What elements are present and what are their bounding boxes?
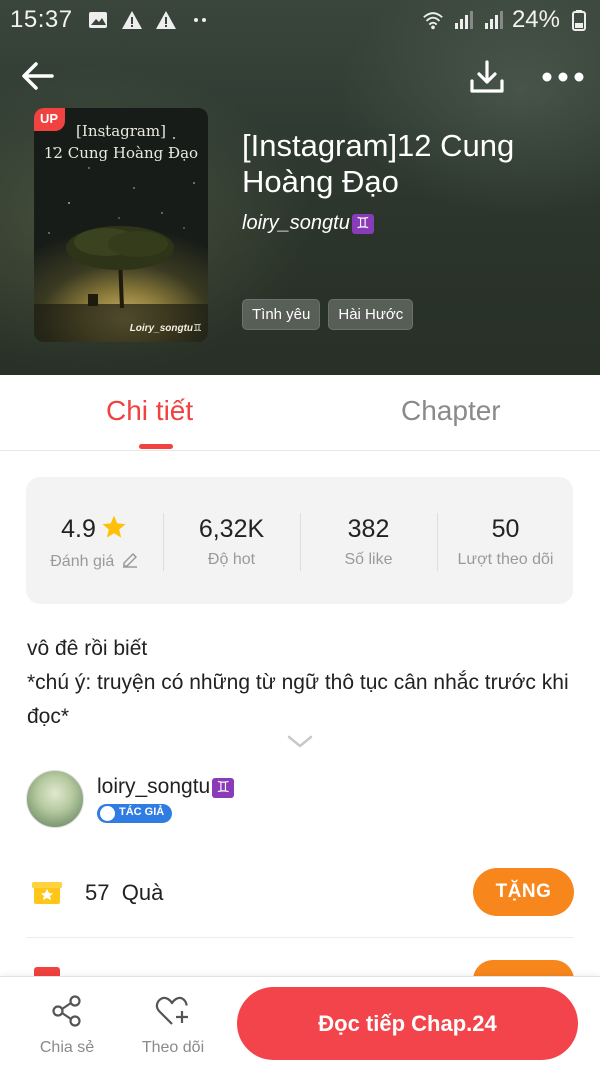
cover-title: [Instagram] 12 Cung Hoàng Đạo [43, 122, 199, 162]
warning-icon [155, 11, 176, 29]
description-line: *chú ý: truyện có những từ ngữ thô tục c… [27, 671, 569, 728]
top-action-bar [0, 52, 600, 102]
share-icon [52, 995, 81, 1027]
tab-bar: Chi tiết Chapter [0, 375, 600, 451]
author-profile-row[interactable]: loiry_songtu ♊ TÁC GIẢ [26, 770, 576, 828]
tab-detail[interactable]: Chi tiết [106, 395, 193, 427]
follow-button[interactable]: Theo dõi [133, 994, 213, 1057]
gemini-sign-icon: ♊ [351, 214, 374, 234]
wifi-icon [423, 12, 443, 30]
stat-followers: 50 Lượt theo dõi [437, 513, 574, 569]
book-title: [Instagram]12 Cung Hoàng Đạo [242, 128, 515, 199]
gift-icon [32, 882, 62, 904]
likes-label: Số like [344, 551, 393, 568]
cover-author: Loiry_songtu♊ [129, 323, 202, 334]
author-role-badge: TÁC GIẢ [97, 804, 173, 823]
send-gift-button[interactable]: TẶNG [473, 868, 574, 916]
active-tab-indicator [139, 444, 173, 449]
continue-reading-button[interactable]: Đọc tiếp Chap.24 [237, 987, 578, 1060]
tab-chapter[interactable]: Chapter [401, 395, 501, 427]
row-divider [26, 937, 574, 938]
battery-percent: 24% [511, 6, 560, 33]
next-row-partial [26, 958, 574, 978]
followers-value: 50 [491, 515, 520, 543]
stats-panel: 4.9 Đánh giá 6,32K Độ hot 382 Số like 50… [26, 477, 573, 604]
download-icon[interactable] [466, 56, 508, 98]
more-options-icon[interactable] [538, 60, 588, 94]
stat-rating[interactable]: 4.9 Đánh giá [26, 513, 163, 571]
signal-icon [454, 11, 473, 29]
book-header: 15:37 24% UP [Instagram] 12 Cung Hoàng Đ… [0, 0, 600, 375]
gift-count: 57 Quà [85, 880, 164, 905]
gift-row: 57 Quà TẶNG [26, 866, 574, 918]
edit-pencil-icon [122, 553, 137, 568]
description-line: vô đê rồi biết [27, 637, 148, 660]
bottom-action-bar: Chia sẻ Theo dõi Đọc tiếp Chap.24 [0, 976, 600, 1067]
book-author-name: loiry_songtu [242, 212, 350, 234]
back-arrow-icon[interactable] [18, 56, 58, 96]
gemini-sign-icon: ♊ [212, 778, 235, 798]
more-dots-icon [193, 18, 206, 22]
hot-label: Độ hot [207, 551, 256, 568]
star-icon [102, 515, 126, 538]
hot-value: 6,32K [198, 515, 265, 543]
author-badge-icon [100, 806, 115, 821]
signal-icon [484, 11, 503, 29]
status-time: 15:37 [10, 6, 73, 33]
tag-love[interactable]: Tình yêu [242, 299, 321, 330]
warning-icon [121, 11, 142, 29]
rating-label: Đánh giá [50, 553, 115, 570]
stat-likes: 382 Số like [300, 513, 437, 569]
stat-hot: 6,32K Độ hot [163, 513, 300, 569]
author-avatar[interactable] [26, 770, 84, 828]
book-description: vô đê rồi biết *chú ý: truyện có những t… [27, 632, 577, 734]
book-cover[interactable]: UP [Instagram] 12 Cung Hoàng Đạo Loiry_s… [34, 108, 208, 342]
image-icon [88, 12, 107, 28]
chevron-down-icon[interactable] [287, 734, 313, 750]
author-name: loiry_songtu ♊ [97, 775, 235, 799]
book-author-link[interactable]: loiry_songtu ♊ [242, 212, 374, 235]
battery-icon [572, 10, 586, 31]
heart-plus-icon [155, 996, 188, 1025]
share-label: Chia sẻ [39, 1039, 95, 1056]
tag-comedy[interactable]: Hài Hước [328, 299, 414, 330]
rating-value: 4.9 [61, 515, 96, 543]
follow-label: Theo dõi [141, 1039, 205, 1056]
followers-label: Lượt theo dõi [457, 551, 554, 568]
share-button[interactable]: Chia sẻ [27, 994, 107, 1057]
status-bar: 15:37 24% [0, 0, 600, 40]
likes-value: 382 [347, 515, 390, 543]
genre-tags: Tình yêu Hài Hước [242, 299, 414, 330]
